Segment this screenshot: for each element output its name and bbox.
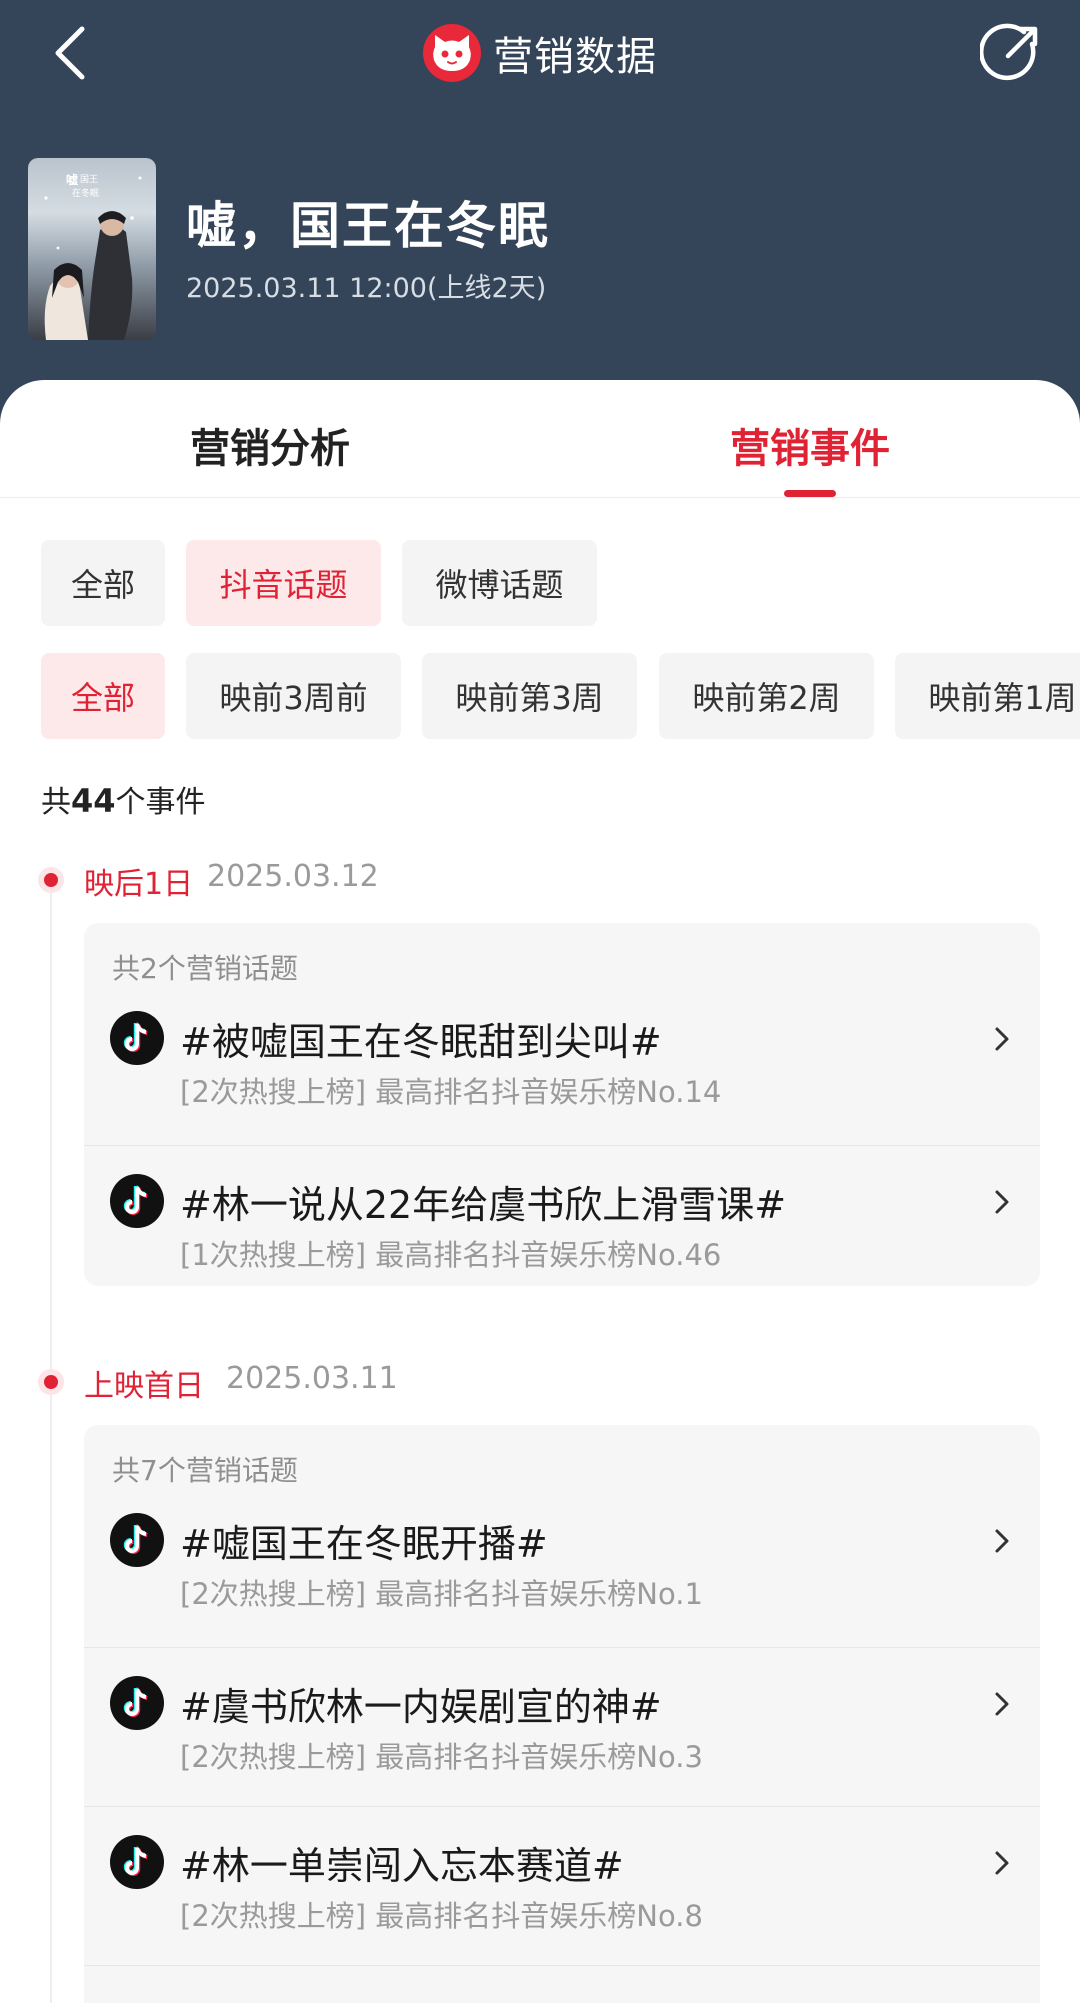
douyin-icon [110,1676,164,1730]
filter-period-week2[interactable]: 映前第2周 [659,653,874,739]
chevron-right-icon [995,1190,1009,1214]
release-info: 2025.03.11 12:00(上线2天) [186,273,547,304]
filter-source-weibo[interactable]: 微博话题 [402,540,597,626]
tab-marketing-analysis[interactable]: 营销分析 [190,416,350,474]
top-nav-bar: 营销数据 [0,0,1080,110]
topic-item[interactable]: #虞书欣林一内娱剧宣的神# [2次热搜上榜] 最高排名抖音娱乐榜No.3 [84,1647,1040,1805]
movie-title: 嘘，国王在冬眠 [186,197,550,255]
content-card: 营销分析 营销事件 全部 抖音话题 微博话题 全部 映前3周前 映前第3周 映前… [0,380,1080,2003]
maoyan-cat-logo [423,24,481,82]
chevron-right-icon [995,1851,1009,1875]
active-tab-indicator [784,490,836,497]
movie-poster[interactable]: 嘘 国王 在冬眠 [28,158,156,340]
topic-item[interactable]: #林一说从22年给虞书欣上滑雪课# [1次热搜上榜] 最高排名抖音娱乐榜No.4… [84,1145,1040,1286]
svg-text:在冬眠: 在冬眠 [72,187,99,199]
share-icon [978,23,1038,81]
topic-group: 共7个营销话题 #嘘国王在冬眠开播# [2次热搜上榜] 最高排名抖音娱乐榜No.… [84,1425,1040,2003]
douyin-icon [110,1835,164,1889]
svg-text:嘘: 嘘 [66,172,78,187]
movie-header: 嘘 国王 在冬眠 嘘，国王在冬眠 2025.03.11 12:00(上线2天) [28,158,1048,340]
douyin-icon [110,1513,164,1567]
topic-title: #虞书欣林一内娱剧宣的神# [180,1685,662,1729]
event-count: 共44个事件 [41,782,206,820]
filter-source-all[interactable]: 全部 [41,540,165,626]
topic-title: #被嘘国王在冬眠甜到尖叫# [180,1020,662,1064]
filter-source-douyin[interactable]: 抖音话题 [186,540,381,626]
filter-period-week3[interactable]: 映前第3周 [422,653,637,739]
group-label: 上映首日 [84,1369,204,1404]
topic-item[interactable]: #嘘国王在冬眠开播# [2次热搜上榜] 最高排名抖音娱乐榜No.1 [84,1471,1040,1629]
topic-meta: [1次热搜上榜] 最高排名抖音娱乐榜No.46 [180,1238,722,1272]
topic-meta: [2次热搜上榜] 最高排名抖音娱乐榜No.14 [180,1075,722,1109]
timeline-dot [38,1369,64,1395]
douyin-icon [110,1174,164,1228]
filter-period-week1[interactable]: 映前第1周 [895,653,1080,739]
topic-item[interactable] [84,1965,1040,2003]
tab-marketing-events[interactable]: 营销事件 [730,416,890,474]
topic-meta: [2次热搜上榜] 最高排名抖音娱乐榜No.3 [180,1740,703,1774]
timeline-line [50,880,52,2003]
topic-title: #林一说从22年给虞书欣上滑雪课# [180,1183,787,1227]
topic-item[interactable]: #林一单崇闯入忘本赛道# [2次热搜上榜] 最高排名抖音娱乐榜No.8 [84,1806,1040,1964]
topic-title: #嘘国王在冬眠开播# [180,1522,548,1566]
topic-meta: [2次热搜上榜] 最高排名抖音娱乐榜No.8 [180,1899,703,1933]
page-title: 营销数据 [493,34,657,80]
chevron-right-icon [995,1529,1009,1553]
douyin-icon [110,1011,164,1065]
share-button[interactable] [978,22,1042,84]
topic-group: 共2个营销话题 #被嘘国王在冬眠甜到尖叫# [2次热搜上榜] 最高排名抖音娱乐榜… [84,923,1040,1286]
topic-meta: [2次热搜上榜] 最高排名抖音娱乐榜No.1 [180,1577,703,1611]
tab-bar: 营销分析 营销事件 [0,380,1080,498]
chevron-right-icon [995,1027,1009,1051]
svg-text:国王: 国王 [80,174,98,185]
group-label: 映后1日 [84,867,194,902]
filter-period-all[interactable]: 全部 [41,653,165,739]
nav-title-group: 营销数据 [0,20,1080,86]
topic-item[interactable]: #被嘘国王在冬眠甜到尖叫# [2次热搜上榜] 最高排名抖音娱乐榜No.14 [84,969,1040,1127]
filter-period-3weeks-before[interactable]: 映前3周前 [186,653,401,739]
group-date: 2025.03.11 [226,1361,398,1396]
topic-title: #林一单崇闯入忘本赛道# [180,1844,624,1888]
group-date: 2025.03.12 [207,859,379,894]
timeline-dot [38,867,64,893]
chevron-right-icon [995,1692,1009,1716]
